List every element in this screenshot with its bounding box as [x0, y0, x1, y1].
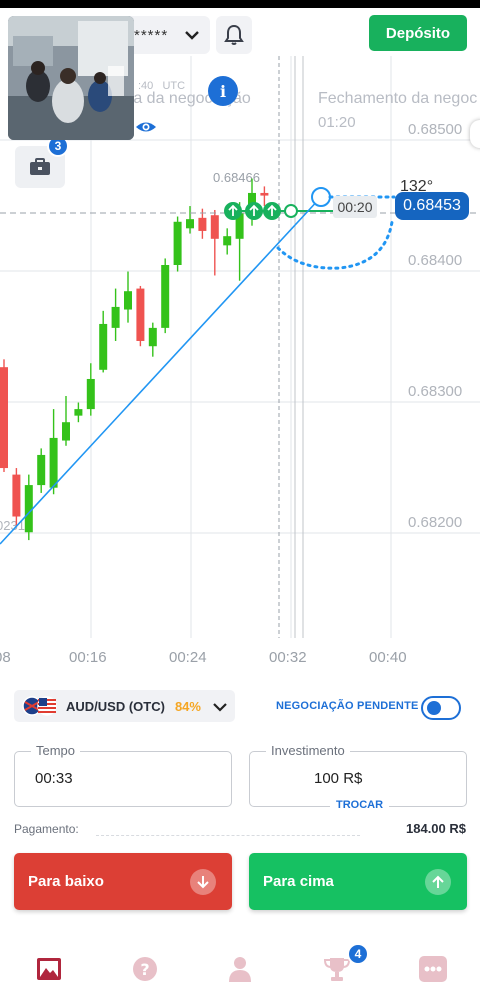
webcam-overlay	[8, 16, 134, 140]
candle-body	[186, 219, 194, 229]
price-chart[interactable]: 0.68500 0.68400 0.68300 0.68200 08 00:16 00:24…	[0, 56, 480, 670]
candle-body	[111, 306, 120, 328]
expiry-timer: 00:20	[333, 196, 377, 218]
trend-line-handle[interactable]	[311, 187, 331, 207]
user-icon	[229, 957, 251, 982]
payout-divider	[96, 835, 360, 836]
candle-body	[148, 327, 157, 347]
nav-profile[interactable]	[225, 954, 255, 984]
trade-marker-up-icon[interactable]	[245, 202, 263, 220]
x-tick-label: 00:16	[69, 649, 107, 666]
chart-image-icon	[37, 958, 61, 980]
x-tick-label: 08	[0, 649, 11, 666]
candle-body	[99, 323, 108, 370]
trade-close-label: Fechamento da negoc	[318, 90, 478, 107]
more-icon	[419, 956, 447, 982]
notifications-button[interactable]	[216, 16, 252, 54]
nav-more[interactable]	[418, 954, 448, 984]
pending-trade-toggle[interactable]	[421, 696, 461, 720]
asset-name: AUD/USD (OTC)	[66, 698, 165, 714]
pending-trade-label: NEGOCIAÇÃO PENDENTE	[276, 700, 419, 712]
trade-marker-up-icon[interactable]	[284, 204, 298, 218]
y-tick-label: 0.68200	[408, 514, 462, 531]
question-icon: ?	[133, 957, 157, 981]
current-price-tag: 0.68453	[395, 192, 469, 220]
asset-payout-percent: 84%	[174, 698, 201, 714]
sell-button-label: Para baixo	[28, 873, 104, 890]
deposit-button[interactable]: Depósito	[369, 15, 467, 51]
trading-screen: 0.68500 0.68400 0.68300 0.68200 08 00:16 00:24…	[0, 8, 480, 996]
sell-button[interactable]: Para baixo	[14, 853, 232, 910]
candle-body	[12, 474, 21, 517]
time-field[interactable]: Tempo 00:33	[14, 743, 232, 807]
candle-body	[86, 378, 95, 410]
candle-body	[161, 265, 170, 328]
candle-body	[124, 291, 132, 310]
candle-body	[136, 288, 145, 341]
arrow-down-icon	[190, 869, 216, 895]
candle-body	[173, 221, 182, 265]
time-field-label: Tempo	[31, 743, 81, 758]
time-field-value[interactable]: 00:33	[35, 770, 73, 787]
chevron-down-icon	[213, 703, 227, 712]
chevron-down-icon	[185, 31, 199, 40]
tournaments-badge: 4	[347, 943, 369, 965]
svg-text:?: ?	[140, 960, 149, 979]
y-tick-label: 0.68400	[408, 252, 462, 269]
payout-value: 184.00 R$	[406, 821, 466, 836]
trophy-icon	[324, 958, 350, 981]
candle-body	[223, 236, 232, 246]
briefcase-icon	[30, 158, 50, 175]
candle-body	[260, 192, 269, 196]
asset-selector[interactable]: AUD/USD (OTC) 84%	[14, 690, 235, 722]
x-tick-label: 00:32	[269, 649, 307, 666]
candle-body	[37, 454, 46, 486]
candle-body	[49, 437, 58, 488]
candle-body	[198, 217, 207, 231]
trade-close-time: 01:20	[318, 114, 356, 131]
x-tick-label: 00:24	[169, 649, 207, 666]
y-tick-label: 0.68300	[408, 383, 462, 400]
trend-line[interactable]	[0, 196, 322, 545]
candle-body	[62, 422, 70, 441]
y-tick-label: 0.68500	[408, 121, 462, 138]
eye-icon[interactable]	[134, 116, 158, 138]
investment-field-value[interactable]: 100 R$	[314, 770, 362, 787]
trade-marker-up-icon[interactable]	[263, 202, 281, 220]
aud-usd-flag-icon	[22, 696, 57, 716]
candle-body	[24, 485, 33, 533]
nav-help[interactable]: ?	[130, 954, 160, 984]
side-panel-handle[interactable]	[470, 120, 480, 148]
x-tick-label: 00:40	[369, 649, 407, 666]
candle-body	[0, 367, 8, 469]
marker-price-label: 0.68466	[213, 170, 260, 185]
account-balance-masked: *****	[134, 26, 169, 44]
candle-body	[74, 409, 83, 416]
nav-chart[interactable]	[34, 954, 64, 984]
info-button[interactable]: i	[208, 76, 238, 106]
buy-button[interactable]: Para cima	[249, 853, 467, 910]
buy-button-label: Para cima	[263, 873, 334, 890]
candle-body	[210, 215, 219, 239]
trade-marker-up-icon[interactable]	[224, 202, 242, 220]
investment-field-label: Investimento	[266, 743, 350, 758]
payout-label: Pagamento:	[14, 822, 79, 836]
switch-currency-button[interactable]: TROCAR	[330, 799, 390, 811]
arrow-up-icon	[425, 869, 451, 895]
bell-icon	[224, 24, 244, 45]
